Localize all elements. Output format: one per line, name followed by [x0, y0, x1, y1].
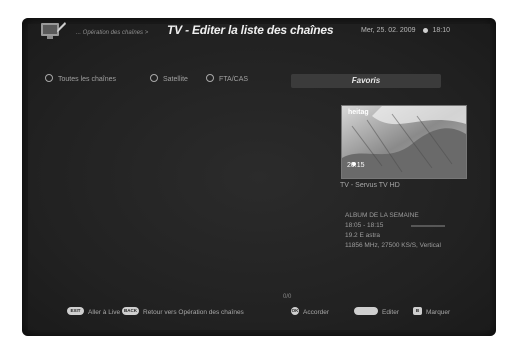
satellite-name: 19.2 E astra	[345, 232, 381, 239]
preview-overlay-time: 20.15	[347, 162, 365, 169]
program-info: ALBUM DE LA SEMAINE 18:05 - 18:15 19.2 E…	[345, 211, 445, 251]
tab-favorites[interactable]: Favoris	[291, 74, 441, 88]
program-title: ALBUM DE LA SEMAINE	[345, 212, 419, 219]
tab-fta-cas[interactable]: FTA/CAS	[206, 74, 249, 83]
footer-label: Retour vers Opération des chaînes	[143, 309, 244, 316]
footer-label: Aller à Live	[88, 309, 121, 316]
footer-label: Marquer	[426, 309, 451, 316]
tab-label: Satellite	[163, 76, 188, 83]
date-label: Mer, 25. 02. 2009	[361, 27, 416, 34]
datetime: Mer, 25. 02. 2009 18:10	[361, 27, 450, 34]
breadcrumb: ... Opération des chaînes >	[76, 30, 149, 36]
footer-label: Accorder	[303, 309, 330, 316]
tab-satellite[interactable]: Satellite	[150, 74, 188, 83]
radio-icon	[206, 74, 214, 83]
photo-frame: ... Opération des chaînes > TV - Editer …	[0, 0, 517, 359]
transponder-info: 11856 MHz, 27500 KS/S, Vertical	[345, 242, 441, 249]
tv-edit-icon	[41, 22, 66, 39]
footer-ok[interactable]: OK Accorder	[291, 307, 330, 316]
radio-icon	[150, 74, 158, 83]
filter-tabs: Toutes les chaînes Satellite FTA/CAS Fav…	[45, 74, 455, 90]
preview-overlay-text: heitag	[348, 109, 369, 116]
footer-label: Editer	[382, 309, 399, 316]
footer-exit[interactable]: EXIT Aller à Live	[67, 307, 121, 316]
time-label: 18:10	[432, 27, 451, 34]
back-key-icon: BACK	[122, 307, 139, 316]
red-key-icon: red	[354, 307, 378, 316]
clock-icon	[423, 27, 429, 33]
footer-mark[interactable]: B Marquer	[413, 307, 451, 316]
exit-key-icon: EXIT	[67, 307, 84, 316]
b-key-icon: B	[413, 307, 422, 316]
progress-bar	[411, 225, 445, 227]
footer-back[interactable]: BACK Retour vers Opération des chaînes	[122, 307, 244, 316]
header: ... Opération des chaînes > TV - Editer …	[40, 21, 460, 45]
radio-icon	[45, 74, 53, 83]
channel-preview: heitag 20.15	[341, 105, 467, 179]
tab-label: FTA/CAS	[219, 76, 249, 83]
tab-label: Toutes les chaînes	[58, 76, 116, 83]
page-title: TV - Editer la liste des chaînes	[167, 23, 334, 37]
footer-edit[interactable]: red Editer	[354, 307, 399, 316]
channel-name: TV - Servus TV HD	[340, 182, 400, 189]
channel-counter: 0/0	[283, 294, 292, 300]
ok-key-icon: OK	[291, 307, 299, 316]
tab-all-channels[interactable]: Toutes les chaînes	[45, 74, 116, 83]
